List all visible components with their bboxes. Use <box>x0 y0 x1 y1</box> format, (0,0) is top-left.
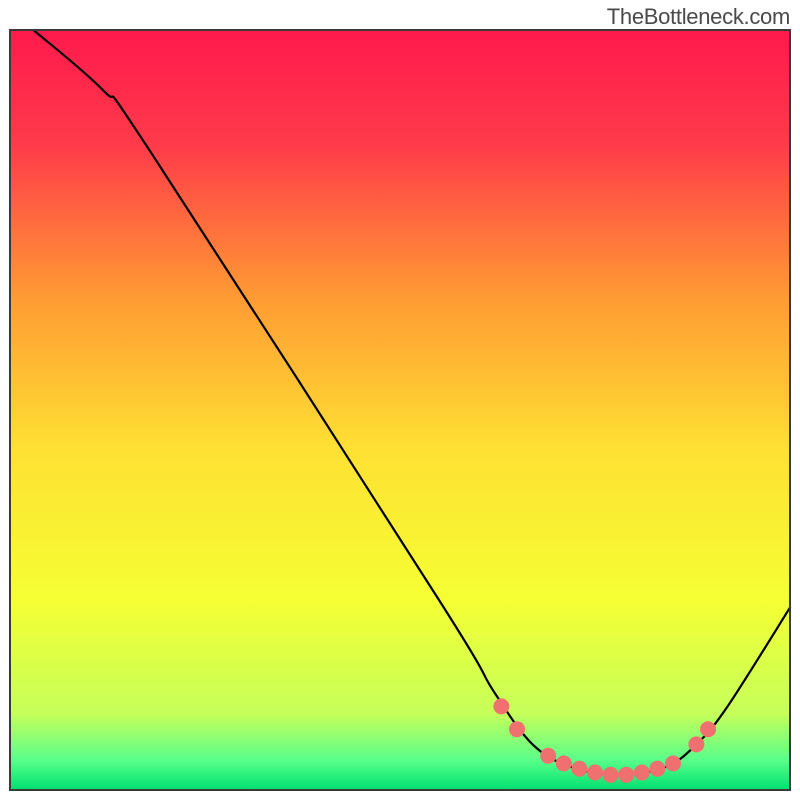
watermark-text: TheBottleneck.com <box>607 4 790 30</box>
data-marker <box>493 698 509 714</box>
data-marker <box>571 761 587 777</box>
data-marker <box>665 755 681 771</box>
data-marker <box>649 761 665 777</box>
data-marker <box>540 748 556 764</box>
data-marker <box>618 767 634 783</box>
bottleneck-chart <box>0 0 800 800</box>
gradient-background <box>10 30 790 790</box>
data-marker <box>634 765 650 781</box>
data-marker <box>603 767 619 783</box>
data-marker <box>587 765 603 781</box>
data-marker <box>509 721 525 737</box>
data-marker <box>700 721 716 737</box>
data-marker <box>556 755 572 771</box>
data-marker <box>688 736 704 752</box>
chart-container: TheBottleneck.com <box>0 0 800 800</box>
